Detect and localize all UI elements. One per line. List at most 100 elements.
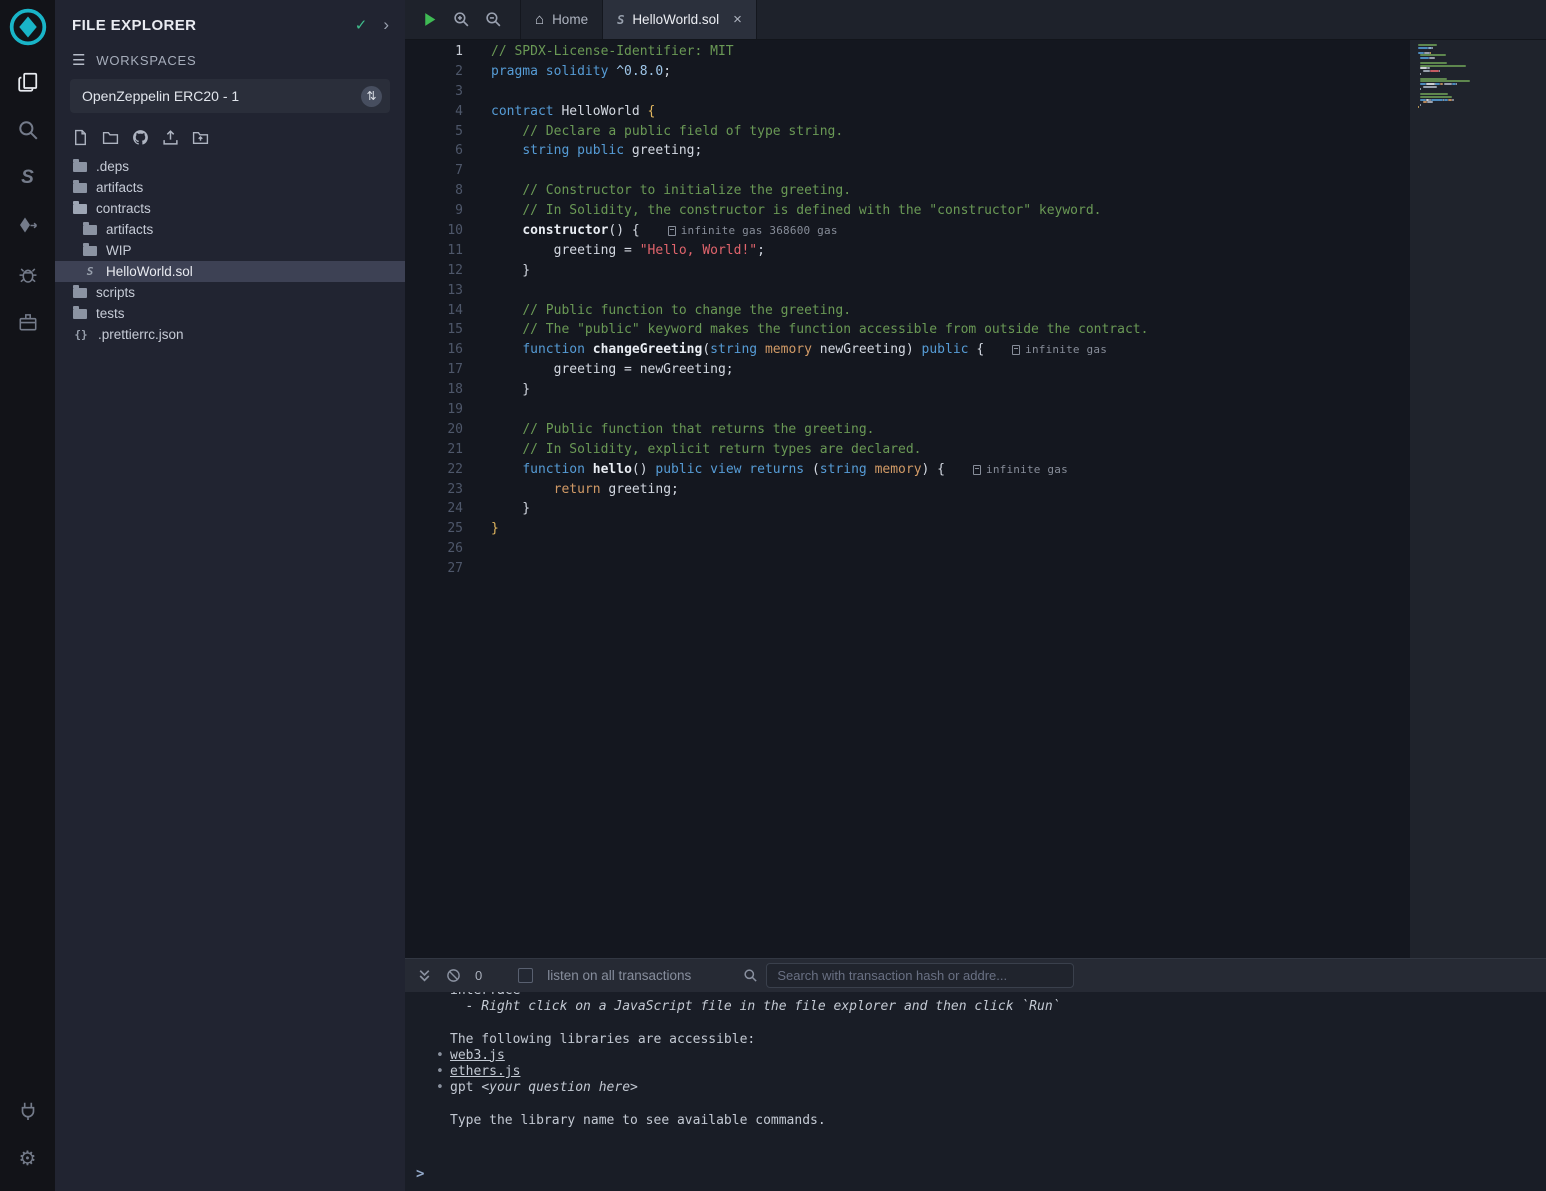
code-line: 16 function changeGreeting(string memory… [405,340,1410,360]
tab-home[interactable]: ⌂ Home [520,0,603,39]
gas-icon [668,226,676,236]
import-folder-icon[interactable] [192,129,209,146]
workspace-selector[interactable]: OpenZeppelin ERC20 - 1 ⇅ [70,79,390,113]
code-line-text: // Public function that returns the gree… [463,420,875,440]
tree-item-helloworld-sol[interactable]: SHelloWorld.sol [55,261,405,282]
code-line-text: constructor() { [463,221,640,241]
tree-item-label: .prettierrc.json [98,327,184,342]
tree-item-wip[interactable]: WIP [55,240,405,261]
line-number: 25 [405,519,463,539]
settings-gear-icon[interactable]: ⚙ [0,1135,55,1183]
code-line: 2pragma solidity ^0.8.0; [405,62,1410,82]
line-number: 24 [405,499,463,519]
terminal-search-icon[interactable] [743,968,758,983]
zoom-out-icon[interactable] [485,11,502,28]
deploy-run-icon[interactable] [0,202,55,250]
tree-item-artifacts[interactable]: artifacts [55,219,405,240]
solidity-compiler-icon[interactable]: S [0,154,55,202]
main-area: ⌂ Home S HelloWorld.sol × 1// SPDX-Licen… [405,0,1546,1191]
terminal[interactable]: interface - Right click on a JavaScript … [405,992,1546,1191]
code-line: 7 [405,161,1410,181]
tree-item-artifacts[interactable]: artifacts [55,177,405,198]
bullet-icon: • [436,1080,450,1096]
line-number: 10 [405,221,463,241]
gas-text: infinite gas [986,460,1068,480]
close-tab-icon[interactable]: × [733,11,742,28]
line-number: 5 [405,122,463,142]
upload-icon[interactable] [162,129,179,146]
code-line-text: // In Solidity, explicit return types ar… [463,440,921,460]
code-line-text: // The "public" keyword makes the functi… [463,320,1148,340]
code-line: 21 // In Solidity, explicit return types… [405,440,1410,460]
terminal-link[interactable]: web3.js [450,1048,505,1063]
file-explorer-icon[interactable] [0,58,55,106]
folder-open-icon [73,204,87,214]
terminal-line: interface [450,992,1534,999]
gas-icon [973,465,981,475]
remix-logo[interactable] [7,6,49,48]
code-line: 10 constructor() { infinite gas 368600 ga… [405,221,1410,241]
terminal-text: - Right click on a JavaScript file in th… [450,999,1060,1014]
minimap-strip [1410,40,1546,958]
folder-icon [73,183,87,193]
tree-item--prettierrc-json[interactable]: {}.prettierrc.json [55,324,405,345]
tree-item--deps[interactable]: .deps [55,156,405,177]
gas-estimate-lens: infinite gas [1012,340,1107,360]
code-line: 26 [405,539,1410,559]
terminal-search-input[interactable] [766,963,1074,988]
code-line: 20 // Public function that returns the g… [405,420,1410,440]
tab-helloworld-sol[interactable]: S HelloWorld.sol × [603,0,757,39]
line-number: 22 [405,460,463,480]
tab-home-label: Home [552,12,588,27]
gas-icon [1012,345,1020,355]
new-folder-icon[interactable] [102,129,119,146]
terminal-line [450,1096,1534,1112]
line-number: 1 [405,42,463,62]
clear-console-icon[interactable] [446,968,461,983]
listen-transactions-checkbox[interactable] [518,968,533,983]
search-icon[interactable] [0,106,55,154]
gas-estimate-lens: infinite gas [973,460,1068,480]
terminal-collapse-icon[interactable] [417,968,432,983]
line-number: 8 [405,181,463,201]
code-line-text: greeting = "Hello, World!"; [463,241,765,261]
activity-bar: S ⚙ [0,0,55,1191]
transaction-count: 0 [475,968,482,983]
code-line-text: // Declare a public field of type string… [463,122,843,142]
workspaces-label: WORKSPACES [96,53,196,68]
github-icon[interactable] [132,129,149,146]
terminal-text: interface [450,992,520,998]
workspaces-row: ☰ WORKSPACES [55,47,405,77]
zoom-in-icon[interactable] [453,11,470,28]
code-line-text: } [463,519,499,539]
code-line: 25} [405,519,1410,539]
folder-icon [73,309,87,319]
folder-icon [73,288,87,298]
terminal-link[interactable]: ethers.js [450,1064,520,1079]
code-area[interactable]: 1// SPDX-License-Identifier: MIT2pragma … [405,40,1410,958]
new-file-icon[interactable] [72,129,89,146]
code-line: 9 // In Solidity, the constructor is def… [405,201,1410,221]
solidity-file-icon: S [83,265,97,278]
terminal-prompt[interactable]: > [405,1166,1546,1191]
run-script-play-icon[interactable] [421,11,438,28]
gas-text: infinite gas 368600 gas [681,221,838,241]
tree-item-contracts[interactable]: contracts [55,198,405,219]
home-icon: ⌂ [535,11,544,28]
terminal-text: <your question here> [481,1080,638,1095]
code-line: 13 [405,281,1410,301]
minimap[interactable] [1418,44,1536,954]
accept-check-icon[interactable]: ✓ [355,16,368,34]
line-number: 23 [405,480,463,500]
workspace-options-button[interactable]: ⇅ [361,86,382,107]
code-line: 4contract HelloWorld { [405,102,1410,122]
code-line-text: } [463,261,530,281]
debugger-icon[interactable] [0,250,55,298]
tree-item-tests[interactable]: tests [55,303,405,324]
workspaces-menu-icon[interactable]: ☰ [72,51,86,69]
plugin-manager-icon[interactable] [0,298,55,346]
tree-item-scripts[interactable]: scripts [55,282,405,303]
line-number: 17 [405,360,463,380]
plugin-connect-icon[interactable] [0,1087,55,1135]
collapse-chevron-icon[interactable]: › [383,15,389,35]
